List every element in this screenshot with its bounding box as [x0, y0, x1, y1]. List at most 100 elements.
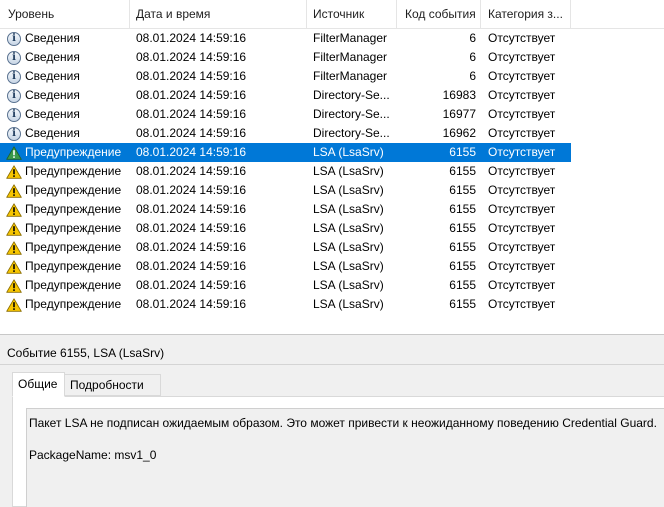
table-row[interactable]: Предупреждение 08.01.2024 14:59:16 LSA (Ls…	[0, 181, 571, 200]
warning-icon	[6, 143, 22, 162]
cell-event-id: 6155	[449, 221, 476, 235]
cell-source: LSA (LsaSrv)	[313, 278, 384, 292]
cell-category: Отсутствует	[488, 297, 556, 311]
cell-source: FilterManager	[313, 69, 388, 83]
event-details-pane: Событие 6155, LSA (LsaSrv) Общие Подробн…	[0, 341, 664, 507]
table-row[interactable]: i Сведения 08.01.2024 14:59:16 Directory-Se…	[0, 105, 571, 124]
cell-source: LSA (LsaSrv)	[313, 297, 384, 311]
cell-source: LSA (LsaSrv)	[313, 202, 384, 216]
cell-level: Предупреждение	[25, 164, 122, 178]
cell-event-id: 6155	[449, 278, 476, 292]
cell-category: Отсутствует	[488, 164, 556, 178]
cell-event-id: 6155	[449, 164, 476, 178]
table-row[interactable]: Предупреждение 08.01.2024 14:59:16 LSA (Ls…	[0, 219, 571, 238]
column-header-source[interactable]: Источник	[307, 0, 397, 29]
cell-datetime: 08.01.2024 14:59:16	[136, 145, 247, 159]
cell-source: FilterManager	[313, 31, 388, 45]
cell-source: FilterManager	[313, 50, 388, 64]
warning-icon	[6, 295, 22, 314]
column-header-datetime[interactable]: Дата и время	[130, 0, 307, 29]
cell-category: Отсутствует	[488, 221, 556, 235]
info-icon: i	[6, 48, 22, 67]
cell-datetime: 08.01.2024 14:59:16	[136, 183, 247, 197]
cell-source: LSA (LsaSrv)	[313, 145, 384, 159]
cell-category: Отсутствует	[488, 50, 556, 64]
cell-event-id: 16962	[442, 126, 476, 140]
event-message: Пакет LSA не подписан ожидаемым образом.…	[29, 416, 657, 430]
cell-level: Предупреждение	[25, 145, 122, 159]
cell-event-id: 6155	[449, 240, 476, 254]
cell-event-id: 6155	[449, 259, 476, 273]
cell-category: Отсутствует	[488, 145, 556, 159]
cell-category: Отсутствует	[488, 202, 556, 216]
cell-event-id: 6155	[449, 145, 476, 159]
cell-datetime: 08.01.2024 14:59:16	[136, 278, 247, 292]
tab-general[interactable]: Общие	[12, 372, 65, 397]
info-icon: i	[6, 86, 22, 105]
event-description[interactable]: Пакет LSA не подписан ожидаемым образом.…	[26, 408, 664, 507]
warning-icon	[6, 219, 22, 238]
event-package-name: PackageName: msv1_0	[29, 448, 157, 462]
cell-event-id: 6	[469, 50, 476, 64]
warning-icon	[6, 200, 22, 219]
cell-datetime: 08.01.2024 14:59:16	[136, 164, 247, 178]
table-row[interactable]: i Сведения 08.01.2024 14:59:16 Directory-Se…	[0, 86, 571, 105]
table-row[interactable]: Предупреждение 08.01.2024 14:59:16 LSA (Ls…	[0, 143, 571, 162]
cell-datetime: 08.01.2024 14:59:16	[136, 126, 247, 140]
cell-category: Отсутствует	[488, 259, 556, 273]
cell-event-id: 16977	[442, 107, 476, 121]
table-row[interactable]: Предупреждение 08.01.2024 14:59:16 LSA (Ls…	[0, 200, 571, 219]
table-row[interactable]: i Сведения 08.01.2024 14:59:16 FilterManage…	[0, 67, 571, 86]
cell-datetime: 08.01.2024 14:59:16	[136, 50, 247, 64]
cell-level: Сведения	[25, 69, 80, 83]
table-row[interactable]: i Сведения 08.01.2024 14:59:16 FilterManage…	[0, 48, 571, 67]
event-list[interactable]: Уровень Дата и время Источник Код событи…	[0, 0, 664, 334]
cell-source: Directory-Se...	[313, 126, 390, 140]
cell-level: Сведения	[25, 31, 80, 45]
cell-category: Отсутствует	[488, 278, 556, 292]
column-header-event-id[interactable]: Код события	[397, 0, 481, 29]
cell-datetime: 08.01.2024 14:59:16	[136, 297, 247, 311]
cell-event-id: 6	[469, 31, 476, 45]
table-row[interactable]: i Сведения 08.01.2024 14:59:16 Directory-Se…	[0, 124, 571, 143]
event-rows: i Сведения 08.01.2024 14:59:16 FilterManage…	[0, 29, 664, 314]
warning-icon	[6, 276, 22, 295]
tab-details[interactable]: Подробности	[64, 374, 161, 396]
info-icon: i	[6, 124, 22, 143]
cell-event-id: 6155	[449, 183, 476, 197]
table-row[interactable]: Предупреждение 08.01.2024 14:59:16 LSA (Ls…	[0, 276, 571, 295]
event-list-header: Уровень Дата и время Источник Код событи…	[0, 0, 664, 29]
cell-datetime: 08.01.2024 14:59:16	[136, 240, 247, 254]
warning-icon	[6, 257, 22, 276]
table-row[interactable]: Предупреждение 08.01.2024 14:59:16 LSA (Ls…	[0, 257, 571, 276]
cell-category: Отсутствует	[488, 88, 556, 102]
cell-category: Отсутствует	[488, 107, 556, 121]
table-row[interactable]: Предупреждение 08.01.2024 14:59:16 LSA (Ls…	[0, 238, 571, 257]
cell-datetime: 08.01.2024 14:59:16	[136, 88, 247, 102]
cell-level: Предупреждение	[25, 259, 122, 273]
info-icon: i	[6, 29, 22, 48]
cell-category: Отсутствует	[488, 69, 556, 83]
warning-icon	[6, 162, 22, 181]
cell-level: Предупреждение	[25, 183, 122, 197]
cell-level: Предупреждение	[25, 278, 122, 292]
cell-source: LSA (LsaSrv)	[313, 183, 384, 197]
column-header-level[interactable]: Уровень	[0, 0, 130, 29]
table-row[interactable]: Предупреждение 08.01.2024 14:59:16 LSA (Ls…	[0, 295, 571, 314]
table-row[interactable]: Предупреждение 08.01.2024 14:59:16 LSA (Ls…	[0, 162, 571, 181]
cell-level: Сведения	[25, 88, 80, 102]
event-details-title: Событие 6155, LSA (LsaSrv)	[0, 341, 664, 365]
table-row[interactable]: i Сведения 08.01.2024 14:59:16 FilterManage…	[0, 29, 571, 48]
cell-event-id: 16983	[442, 88, 476, 102]
splitter[interactable]	[0, 334, 664, 341]
cell-source: Directory-Se...	[313, 88, 390, 102]
info-icon: i	[6, 67, 22, 86]
cell-source: LSA (LsaSrv)	[313, 164, 384, 178]
cell-source: LSA (LsaSrv)	[313, 240, 384, 254]
cell-datetime: 08.01.2024 14:59:16	[136, 31, 247, 45]
warning-icon	[6, 181, 22, 200]
cell-category: Отсутствует	[488, 240, 556, 254]
cell-datetime: 08.01.2024 14:59:16	[136, 202, 247, 216]
cell-event-id: 6	[469, 69, 476, 83]
column-header-category[interactable]: Категория з...	[481, 0, 571, 29]
